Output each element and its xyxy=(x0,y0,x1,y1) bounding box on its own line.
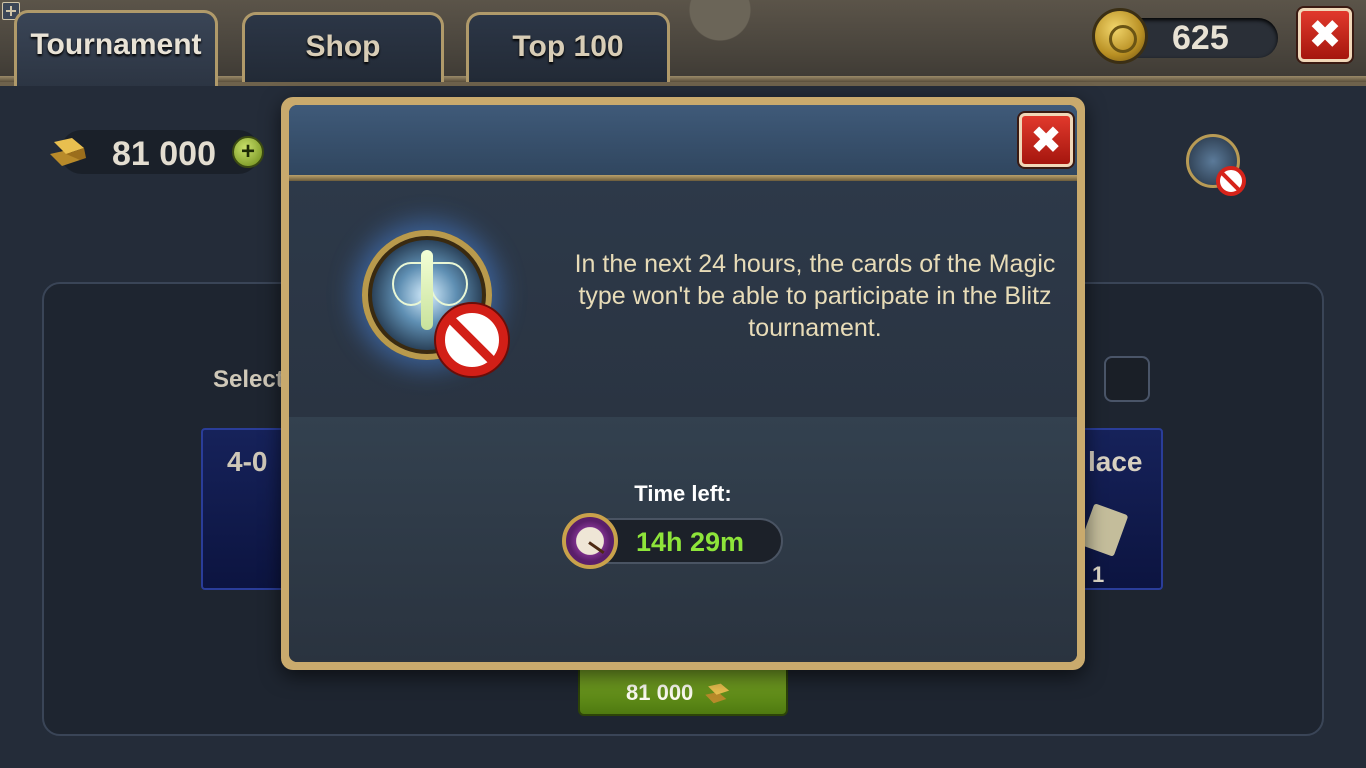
option-checkbox[interactable] xyxy=(1104,356,1150,402)
timer-value: 14h 29m xyxy=(636,527,745,557)
magic-fairy-figure xyxy=(421,250,433,330)
magic-fairy-wing xyxy=(430,262,468,306)
participate-cost: 81 000 xyxy=(626,680,694,705)
coin-icon xyxy=(1092,8,1148,64)
dialog-body xyxy=(289,105,1077,662)
select-label: Select xyxy=(213,366,284,393)
prohibited-icon xyxy=(1216,166,1246,196)
close-icon: ✖ xyxy=(1030,118,1062,162)
coins-value: 625 xyxy=(1172,19,1229,57)
close-icon: ✖ xyxy=(1308,12,1342,58)
gold-bars-icon xyxy=(705,683,730,704)
add-gold-button[interactable]: + xyxy=(232,136,264,168)
dialog-header xyxy=(289,105,1077,175)
tab-tournament[interactable]: Tournament xyxy=(14,10,218,86)
close-screen-button[interactable]: ✖ xyxy=(1298,8,1352,62)
reward-card-left-label: 4-0 xyxy=(227,446,268,477)
time-left-label: Time left: xyxy=(634,481,732,506)
reward-card-right-count: 1 xyxy=(1092,562,1105,587)
plus-icon: + xyxy=(240,138,255,165)
tab-shop[interactable]: Shop xyxy=(242,12,444,82)
close-dialog-button[interactable]: ✖ xyxy=(1019,113,1073,167)
restriction-dialog xyxy=(281,97,1085,670)
clock-icon xyxy=(562,513,618,569)
reward-card-right-label: lace xyxy=(1088,446,1143,477)
tab-top-100[interactable]: Top 100 xyxy=(466,12,670,82)
dialog-message: In the next 24 hours, the cards of the M… xyxy=(574,250,1056,342)
gold-value: 81 000 xyxy=(112,135,216,173)
gold-bars-icon xyxy=(50,138,86,166)
prohibited-icon xyxy=(436,304,508,376)
